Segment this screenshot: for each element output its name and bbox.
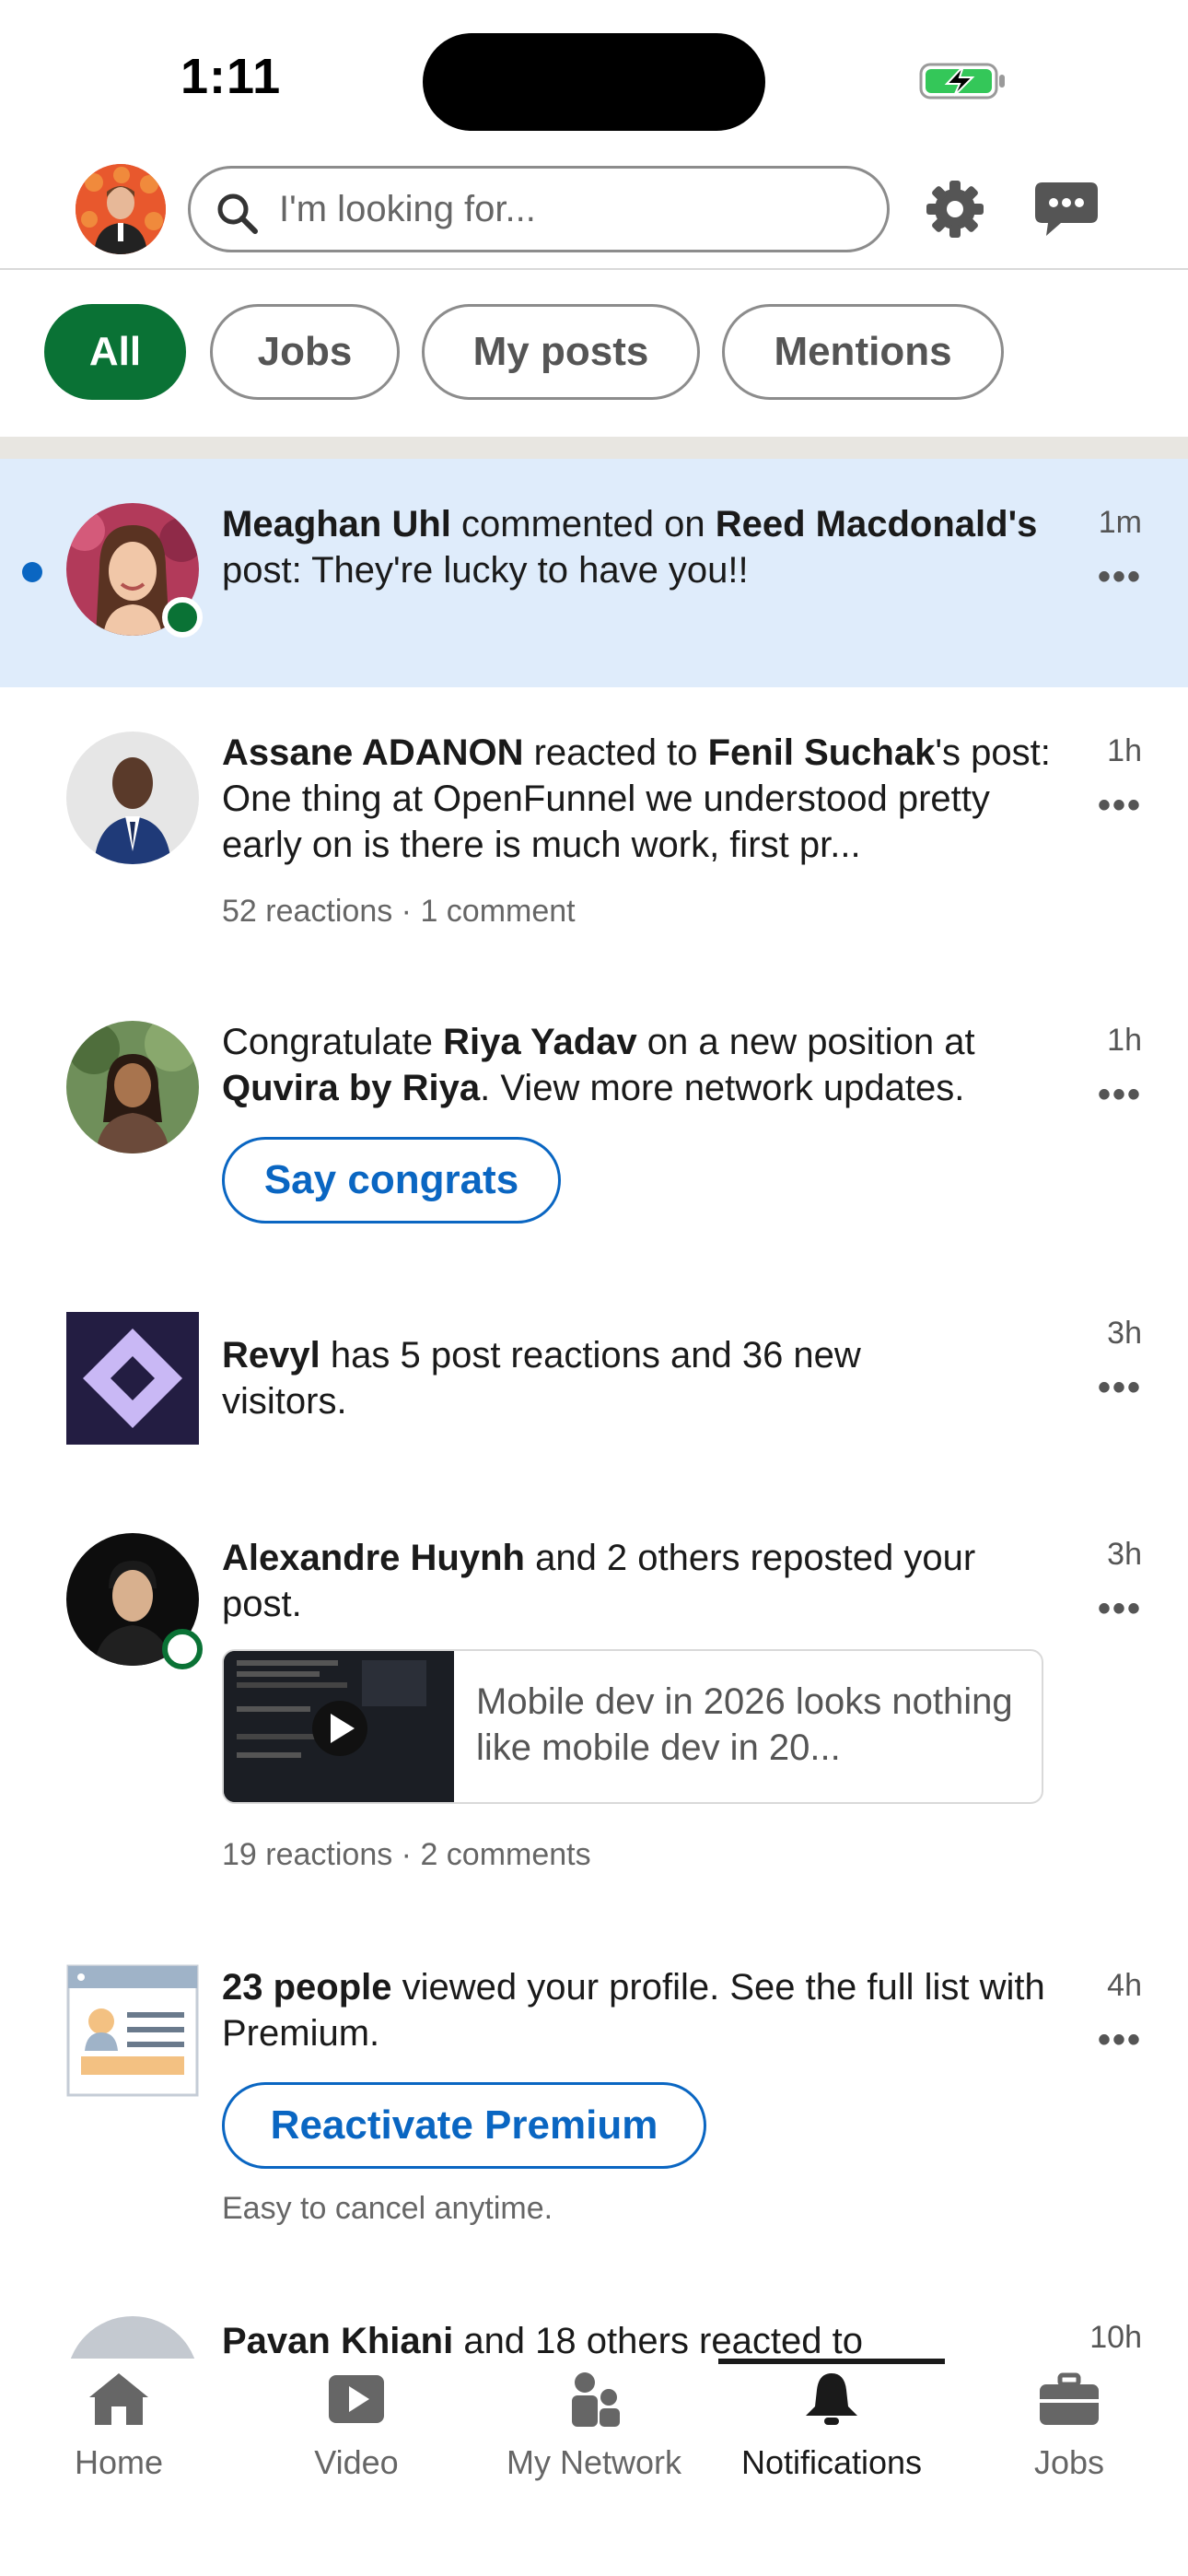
filter-my-posts[interactable]: My posts [422, 304, 700, 400]
tab-my-network[interactable]: My Network [475, 2359, 713, 2497]
notification-time: 3h [1107, 1537, 1142, 1572]
more-options-icon[interactable]: ••• [1098, 556, 1142, 598]
notification-item[interactable]: Pavan Khiani and 18 others reacted to 10… [0, 2296, 1188, 2359]
notification-time: 3h [1107, 1316, 1142, 1351]
notification-text: Congratulate Riya Yadav on a new positio… [222, 1022, 975, 1108]
say-congrats-button[interactable]: Say congrats [222, 1137, 561, 1224]
more-options-icon[interactable]: ••• [1098, 785, 1142, 826]
unread-dot [22, 562, 42, 582]
notification-time: 4h [1107, 1968, 1142, 2003]
notification-item[interactable]: Congratulate Riya Yadav on a new positio… [0, 973, 1188, 1270]
search-input[interactable] [279, 181, 850, 237]
status-bar: 1:11 [0, 0, 1188, 157]
network-icon [572, 2372, 620, 2427]
more-options-icon[interactable]: ••• [1098, 1074, 1142, 1116]
search-icon [217, 193, 258, 234]
battery-icon [919, 63, 1005, 100]
tab-label: Video [314, 2443, 399, 2481]
gear-icon[interactable] [925, 179, 985, 240]
avatar[interactable] [66, 732, 199, 864]
tab-label: Jobs [1033, 2443, 1105, 2481]
home-icon [89, 2373, 148, 2425]
avatar[interactable] [66, 1021, 199, 1153]
reactivate-premium-button[interactable]: Reactivate Premium [222, 2082, 706, 2169]
top-header [0, 157, 1188, 270]
filter-mentions[interactable]: Mentions [722, 304, 1004, 400]
tab-label: My Network [506, 2443, 682, 2481]
engagement-summary[interactable]: 52 reactions · 1 comment [222, 894, 576, 930]
filter-jobs[interactable]: Jobs [210, 304, 400, 400]
post-preview-text: Mobile dev in 2026 looks nothing like mo… [476, 1681, 1013, 1768]
tab-jobs[interactable]: Jobs [950, 2359, 1188, 2497]
notification-item[interactable]: Assane ADANON reacted to Fenil Suchak's … [0, 687, 1188, 973]
notification-text: Revyl has 5 post reactions and 36 new vi… [222, 1335, 861, 1422]
tab-notifications[interactable]: Notifications [713, 2359, 950, 2497]
bottom-navigation: Home Video My Network Notifications Jobs [0, 2359, 1188, 2576]
notification-item[interactable]: Revyl has 5 post reactions and 36 new vi… [0, 1270, 1188, 1500]
post-preview-card[interactable]: Mobile dev in 2026 looks nothing like mo… [222, 1649, 1043, 1804]
notification-text: 23 people viewed your profile. See the f… [222, 1967, 1045, 2054]
notification-time: 10h [1089, 2320, 1142, 2355]
premium-profile-icon [66, 1964, 199, 2097]
notification-time: 1h [1107, 1023, 1142, 1058]
dynamic-island [423, 33, 765, 131]
tab-label: Home [74, 2443, 164, 2481]
more-options-icon[interactable]: ••• [1098, 2020, 1142, 2061]
notification-text: Assane ADANON reacted to Fenil Suchak's … [222, 732, 1051, 865]
section-divider [0, 437, 1188, 459]
bell-icon [806, 2373, 857, 2425]
profile-avatar[interactable] [76, 164, 166, 254]
notification-text: Pavan Khiani and 18 others reacted to [222, 2321, 863, 2359]
notification-item[interactable]: Meaghan Uhl commented on Reed Macdonald'… [0, 459, 1188, 687]
briefcase-icon [1040, 2372, 1099, 2425]
engagement-summary[interactable]: 19 reactions · 2 comments [222, 1837, 591, 1873]
cancel-note: Easy to cancel anytime. [222, 2191, 553, 2226]
filter-all[interactable]: All [44, 304, 186, 400]
tab-video[interactable]: Video [238, 2359, 475, 2497]
messaging-icon[interactable] [1033, 179, 1100, 238]
notification-time: 1m [1098, 505, 1142, 540]
open-to-work-icon [162, 1629, 203, 1669]
tab-label: Notifications [740, 2443, 923, 2481]
more-options-icon[interactable]: ••• [1098, 1367, 1142, 1409]
search-bar[interactable] [188, 166, 890, 252]
avatar[interactable] [66, 2316, 199, 2359]
more-options-icon[interactable]: ••• [1098, 1588, 1142, 1630]
notification-text: Alexandre Huynh and 2 others reposted yo… [222, 1538, 976, 1624]
notification-time: 1h [1107, 733, 1142, 768]
company-logo[interactable] [66, 1312, 199, 1445]
notification-item[interactable]: 23 people viewed your profile. See the f… [0, 1927, 1188, 2296]
video-icon [329, 2375, 384, 2423]
notification-text: Meaghan Uhl commented on Reed Macdonald'… [222, 504, 1038, 591]
video-thumbnail[interactable] [224, 1651, 454, 1802]
status-time: 1:11 [181, 49, 282, 104]
tab-home[interactable]: Home [0, 2359, 238, 2497]
notification-item[interactable]: Alexandre Huynh and 2 others reposted yo… [0, 1500, 1188, 1927]
online-status-icon [162, 597, 203, 638]
